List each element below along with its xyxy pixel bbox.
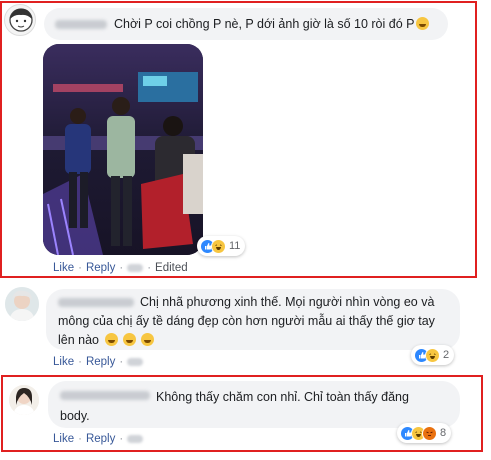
comment-text: Chời P coi chồng P nè, P dới ảnh giờ là … (114, 14, 430, 34)
rofl-emoji-icon (416, 17, 430, 30)
author-name[interactable] (58, 298, 134, 307)
separator: · (119, 262, 124, 274)
avatar[interactable] (9, 385, 39, 415)
separator: · (119, 356, 124, 368)
reaction-summary[interactable]: 2 (411, 345, 455, 365)
reply-link[interactable]: Reply (86, 356, 115, 368)
stage-photo-image (43, 44, 203, 255)
timestamp[interactable] (127, 358, 144, 366)
like-link[interactable]: Like (53, 262, 74, 274)
comment-actions: Like · Reply · (53, 433, 144, 445)
avatar[interactable] (4, 4, 36, 36)
author-name[interactable] (55, 20, 107, 29)
separator: · (78, 433, 82, 445)
comment-photo[interactable] (43, 44, 203, 255)
smile-emoji-icon (141, 333, 155, 346)
comment-text: Chị nhã phương xinh thế. Mọi người nhìn … (140, 295, 435, 309)
timestamp[interactable] (127, 435, 144, 443)
smile-emoji-icon (104, 333, 118, 346)
reply-link[interactable]: Reply (86, 433, 115, 445)
girl-avatar-icon (9, 8, 33, 32)
reaction-summary[interactable]: 8 (397, 423, 452, 443)
comment-text: Không thấy chăm con nhỉ. Chỉ toàn thấy đ… (156, 390, 409, 404)
user-photo-icon (9, 385, 39, 415)
separator: · (119, 433, 124, 445)
haha-icon (211, 238, 226, 254)
avatar[interactable] (5, 287, 39, 321)
author-name[interactable] (60, 391, 150, 400)
comment-text: lên nào (58, 330, 155, 350)
like-link[interactable]: Like (53, 356, 74, 368)
like-link[interactable]: Like (53, 433, 74, 445)
comment-text: body. (60, 409, 90, 423)
timestamp[interactable] (127, 264, 144, 272)
separator: · (78, 262, 82, 274)
user-photo-icon (5, 287, 39, 321)
reaction-summary[interactable]: 11 (197, 236, 246, 256)
separator: · (147, 262, 152, 274)
separator: · (78, 356, 82, 368)
comment-actions: Like · Reply · (53, 356, 144, 368)
haha-icon (425, 347, 440, 363)
reply-link[interactable]: Reply (86, 262, 115, 274)
comment-text: mông của chị ấy tề dáng đẹp còn hơn ngườ… (58, 314, 435, 328)
smile-emoji-icon (122, 333, 136, 346)
angry-icon (422, 425, 437, 441)
edited-label[interactable]: Edited (155, 262, 188, 274)
comment-actions: Like · Reply · · Edited (53, 262, 188, 274)
